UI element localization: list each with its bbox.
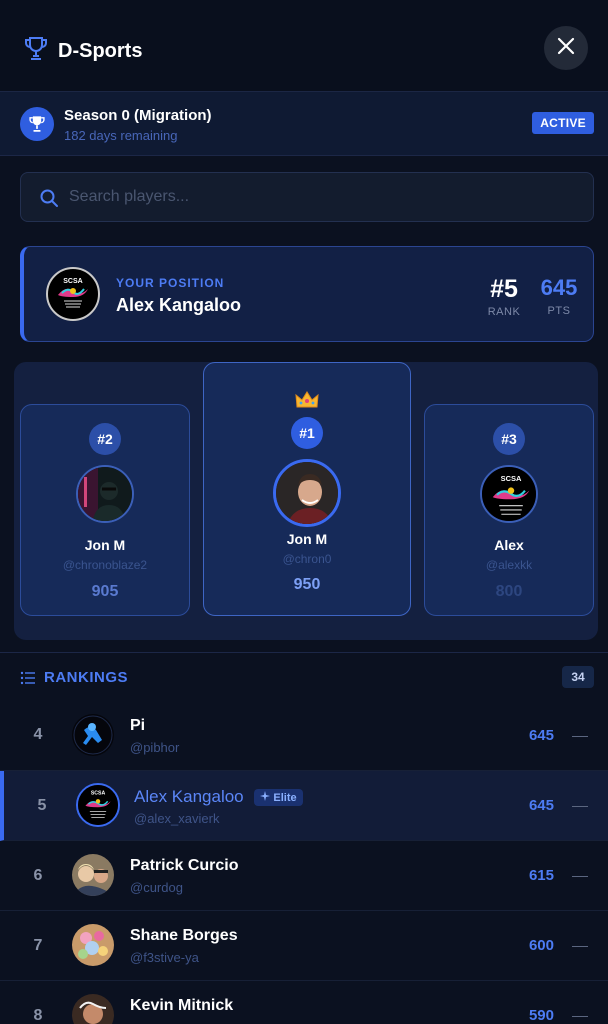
season-name: Season 0 (Migration) bbox=[64, 107, 212, 124]
logo-text: SCSA bbox=[91, 791, 106, 797]
avatar: SCSA bbox=[76, 783, 120, 827]
player-points: 590 bbox=[528, 1007, 554, 1024]
change-indicator bbox=[572, 946, 588, 947]
podium-second[interactable]: #2 Jon M @chronoblaze2 905 bbox=[20, 404, 190, 616]
player-handle: @pibhor bbox=[130, 740, 180, 755]
podium-first[interactable]: #1 Jon M @chron0 950 bbox=[203, 362, 411, 616]
your-points-label: PTS bbox=[547, 305, 571, 317]
your-position-label: YOUR POSITION bbox=[116, 276, 225, 290]
avatar: SCSA bbox=[480, 465, 538, 523]
player-handle: @f3stive-ya bbox=[130, 950, 199, 965]
podium-third[interactable]: #3 SCSA Alex @alexkk 800 bbox=[424, 404, 594, 616]
table-row[interactable]: 8 Kevin Mitnick 590 bbox=[0, 981, 608, 1024]
season-remaining: 182 days remaining bbox=[64, 128, 178, 143]
app-title: D-Sports bbox=[58, 40, 143, 62]
table-row[interactable]: 4 Pi @pibhor 645 bbox=[0, 701, 608, 771]
avatar bbox=[76, 465, 134, 523]
player-name: Patrick Curcio bbox=[130, 857, 239, 874]
table-row[interactable]: 6 Patrick Curcio @curdog 615 bbox=[0, 841, 608, 911]
your-rank: #5 RANK bbox=[480, 275, 528, 318]
your-rank-value: #5 bbox=[490, 275, 518, 303]
rank-badge: #3 bbox=[493, 423, 525, 455]
player-name-row: Alex Kangaloo Elite bbox=[134, 787, 303, 807]
avatar bbox=[72, 854, 114, 896]
leaderboard-panel: D-Sports Season 0 (Migration) 182 days r… bbox=[0, 0, 608, 1024]
avatar bbox=[72, 924, 114, 966]
player-name: Kevin Mitnick bbox=[130, 997, 234, 1014]
change-indicator bbox=[572, 736, 588, 737]
row-rank: 4 bbox=[33, 726, 43, 743]
header: D-Sports bbox=[0, 0, 608, 92]
avatar bbox=[72, 994, 114, 1024]
change-indicator bbox=[572, 876, 588, 877]
sparkle-icon bbox=[260, 791, 271, 804]
your-points: 645 PTS bbox=[532, 275, 586, 317]
search-icon bbox=[39, 188, 59, 213]
status-badge: ACTIVE bbox=[532, 112, 594, 134]
logo-text: SCSA bbox=[501, 474, 522, 483]
change-indicator bbox=[572, 806, 588, 807]
rankings-header: RANKINGS 34 bbox=[0, 652, 608, 704]
rank-badge: #1 bbox=[291, 417, 323, 449]
your-rank-label: RANK bbox=[487, 306, 521, 318]
player-points: 800 bbox=[495, 583, 523, 600]
your-position-card[interactable]: SCSA YOUR POSITION Alex Kangaloo #5 RANK… bbox=[20, 246, 594, 342]
player-points: 645 bbox=[528, 727, 554, 744]
player-points: 615 bbox=[528, 867, 554, 884]
player-handle: @chron0 bbox=[282, 552, 332, 566]
player-points: 905 bbox=[91, 583, 119, 600]
row-rank: 7 bbox=[33, 937, 43, 954]
rankings-title: RANKINGS bbox=[44, 669, 129, 686]
change-indicator bbox=[572, 1016, 588, 1017]
table-row-current-user[interactable]: 5 SCSA Alex Kangaloo Elite @alex_xavierk… bbox=[0, 771, 608, 841]
elite-badge: Elite bbox=[254, 789, 303, 807]
player-name: Shane Borges bbox=[130, 927, 238, 944]
player-name: Alex Kangaloo bbox=[134, 787, 244, 806]
search-input[interactable] bbox=[69, 173, 569, 221]
player-name: Pi bbox=[130, 717, 146, 734]
player-handle: @alex_xavierk bbox=[134, 811, 220, 826]
player-handle: @chronoblaze2 bbox=[62, 558, 148, 572]
crown-icon bbox=[295, 391, 319, 414]
rankings-count: 34 bbox=[562, 666, 594, 688]
player-points: 600 bbox=[528, 937, 554, 954]
close-button[interactable] bbox=[544, 26, 588, 70]
podium: #2 Jon M @chronoblaze2 905 #1 Jon M @chr… bbox=[14, 362, 598, 640]
player-name: Jon M bbox=[286, 531, 328, 547]
player-points: 950 bbox=[293, 576, 321, 593]
avatar bbox=[273, 459, 341, 527]
player-handle: @alexkk bbox=[485, 558, 533, 572]
player-handle: @curdog bbox=[130, 880, 183, 895]
list-icon bbox=[20, 671, 36, 690]
avatar: SCSA bbox=[46, 267, 100, 321]
row-rank: 8 bbox=[33, 1007, 43, 1024]
rank-badge: #2 bbox=[89, 423, 121, 455]
player-name: Jon M bbox=[84, 537, 126, 553]
row-rank: 5 bbox=[37, 797, 47, 814]
player-name: Alex bbox=[494, 537, 524, 553]
brand: D-Sports bbox=[24, 36, 142, 67]
your-position-name: Alex Kangaloo bbox=[116, 295, 242, 315]
your-points-value: 645 bbox=[540, 275, 578, 300]
search-box bbox=[20, 172, 594, 222]
trophy-icon bbox=[20, 107, 54, 141]
row-rank: 6 bbox=[33, 867, 43, 884]
season-bar: Season 0 (Migration) 182 days remaining … bbox=[0, 92, 608, 156]
table-row[interactable]: 7 Shane Borges @f3stive-ya 600 bbox=[0, 911, 608, 981]
close-icon bbox=[557, 37, 575, 60]
trophy-icon bbox=[24, 36, 48, 67]
logo-text: SCSA bbox=[63, 278, 82, 285]
elite-label: Elite bbox=[273, 791, 297, 804]
avatar bbox=[72, 714, 114, 756]
player-points: 645 bbox=[528, 797, 554, 814]
